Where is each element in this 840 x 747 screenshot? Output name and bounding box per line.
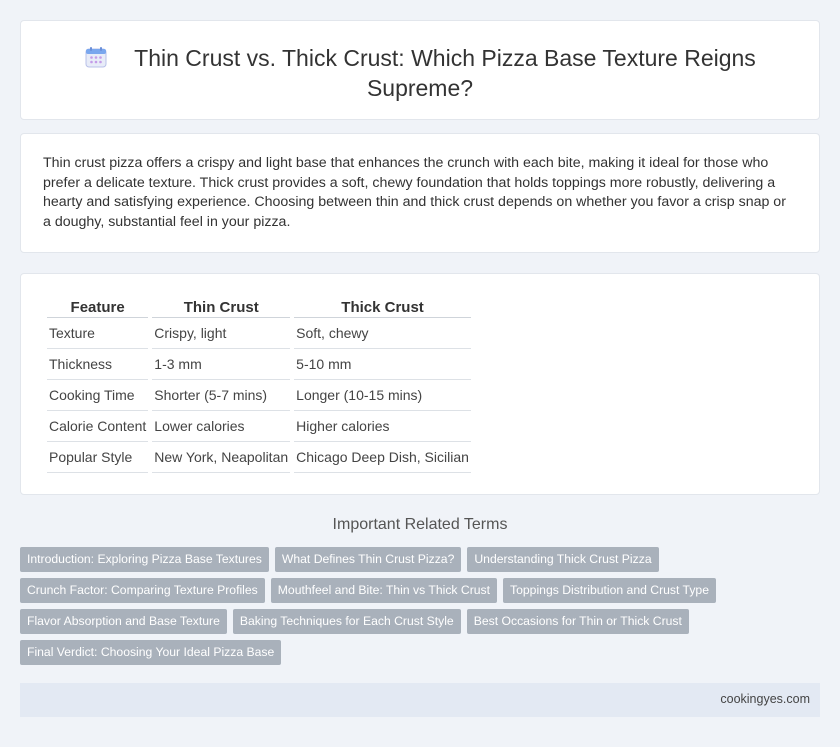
header-thick-crust: Thick Crust bbox=[294, 296, 471, 318]
related-term-tag[interactable]: What Defines Thin Crust Pizza? bbox=[274, 547, 462, 572]
table-row: Texture Crispy, light Soft, chewy bbox=[47, 318, 471, 349]
comparison-card: Feature Thin Crust Thick Crust Texture C… bbox=[20, 273, 820, 495]
table-cell: Soft, chewy bbox=[294, 318, 471, 349]
tag-row: Crunch Factor: Comparing Texture Profile… bbox=[20, 578, 740, 603]
table-row: Calorie Content Lower calories Higher ca… bbox=[47, 411, 471, 442]
related-term-tag[interactable]: Best Occasions for Thin or Thick Crust bbox=[466, 609, 689, 634]
table-cell: Lower calories bbox=[152, 411, 291, 442]
table-row: Cooking Time Shorter (5-7 mins) Longer (… bbox=[47, 380, 471, 411]
header-feature: Feature bbox=[47, 296, 149, 318]
table-cell: Cooking Time bbox=[47, 380, 149, 411]
table-cell: 5-10 mm bbox=[294, 349, 471, 380]
table-row: Popular Style New York, Neapolitan Chica… bbox=[47, 442, 471, 473]
header-thin-crust: Thin Crust bbox=[152, 296, 291, 318]
table-header-row: Feature Thin Crust Thick Crust bbox=[47, 296, 471, 318]
table-cell: Longer (10-15 mins) bbox=[294, 380, 471, 411]
footer: cookingyes.com bbox=[20, 683, 820, 717]
table-cell: Calorie Content bbox=[47, 411, 149, 442]
table-cell: Texture bbox=[47, 318, 149, 349]
table-cell: Shorter (5-7 mins) bbox=[152, 380, 291, 411]
table-cell: Thickness bbox=[47, 349, 149, 380]
intro-card: Thin crust pizza offers a crispy and lig… bbox=[20, 133, 820, 253]
tag-row: Final Verdict: Choosing Your Ideal Pizza… bbox=[20, 640, 740, 665]
table-cell: Crispy, light bbox=[152, 318, 291, 349]
tag-row: Introduction: Exploring Pizza Base Textu… bbox=[20, 547, 740, 572]
related-term-tag[interactable]: Understanding Thick Crust Pizza bbox=[467, 547, 659, 572]
table-cell: 1-3 mm bbox=[152, 349, 291, 380]
related-term-tag[interactable]: Baking Techniques for Each Crust Style bbox=[232, 609, 461, 634]
page-title: Thin Crust vs. Thick Crust: Which Pizza … bbox=[134, 45, 756, 101]
table-cell: Chicago Deep Dish, Sicilian bbox=[294, 442, 471, 473]
related-term-tag[interactable]: Mouthfeel and Bite: Thin vs Thick Crust bbox=[270, 578, 498, 603]
comparison-table: Feature Thin Crust Thick Crust Texture C… bbox=[43, 296, 475, 473]
page-title-block: Thin Crust vs. Thick Crust: Which Pizza … bbox=[21, 43, 819, 103]
related-terms-title: Important Related Terms bbox=[332, 516, 508, 533]
tag-row: Flavor Absorption and Base Texture Bakin… bbox=[20, 609, 740, 634]
title-card: Thin Crust vs. Thick Crust: Which Pizza … bbox=[20, 20, 820, 120]
related-term-tag[interactable]: Flavor Absorption and Base Texture bbox=[20, 609, 227, 634]
intro-paragraph: Thin crust pizza offers a crispy and lig… bbox=[43, 155, 786, 230]
related-term-tag[interactable]: Toppings Distribution and Crust Type bbox=[503, 578, 716, 603]
table-cell: New York, Neapolitan bbox=[152, 442, 291, 473]
related-term-tag[interactable]: Final Verdict: Choosing Your Ideal Pizza… bbox=[20, 640, 282, 665]
table-row: Thickness 1-3 mm 5-10 mm bbox=[47, 349, 471, 380]
related-term-tag[interactable]: Introduction: Exploring Pizza Base Textu… bbox=[20, 547, 269, 572]
related-term-tag[interactable]: Crunch Factor: Comparing Texture Profile… bbox=[20, 578, 265, 603]
calendar-icon bbox=[85, 47, 107, 68]
related-terms-list: Introduction: Exploring Pizza Base Textu… bbox=[20, 547, 740, 671]
table-cell: Popular Style bbox=[47, 442, 149, 473]
footer-site-name: cookingyes.com bbox=[720, 692, 810, 706]
table-cell: Higher calories bbox=[294, 411, 471, 442]
